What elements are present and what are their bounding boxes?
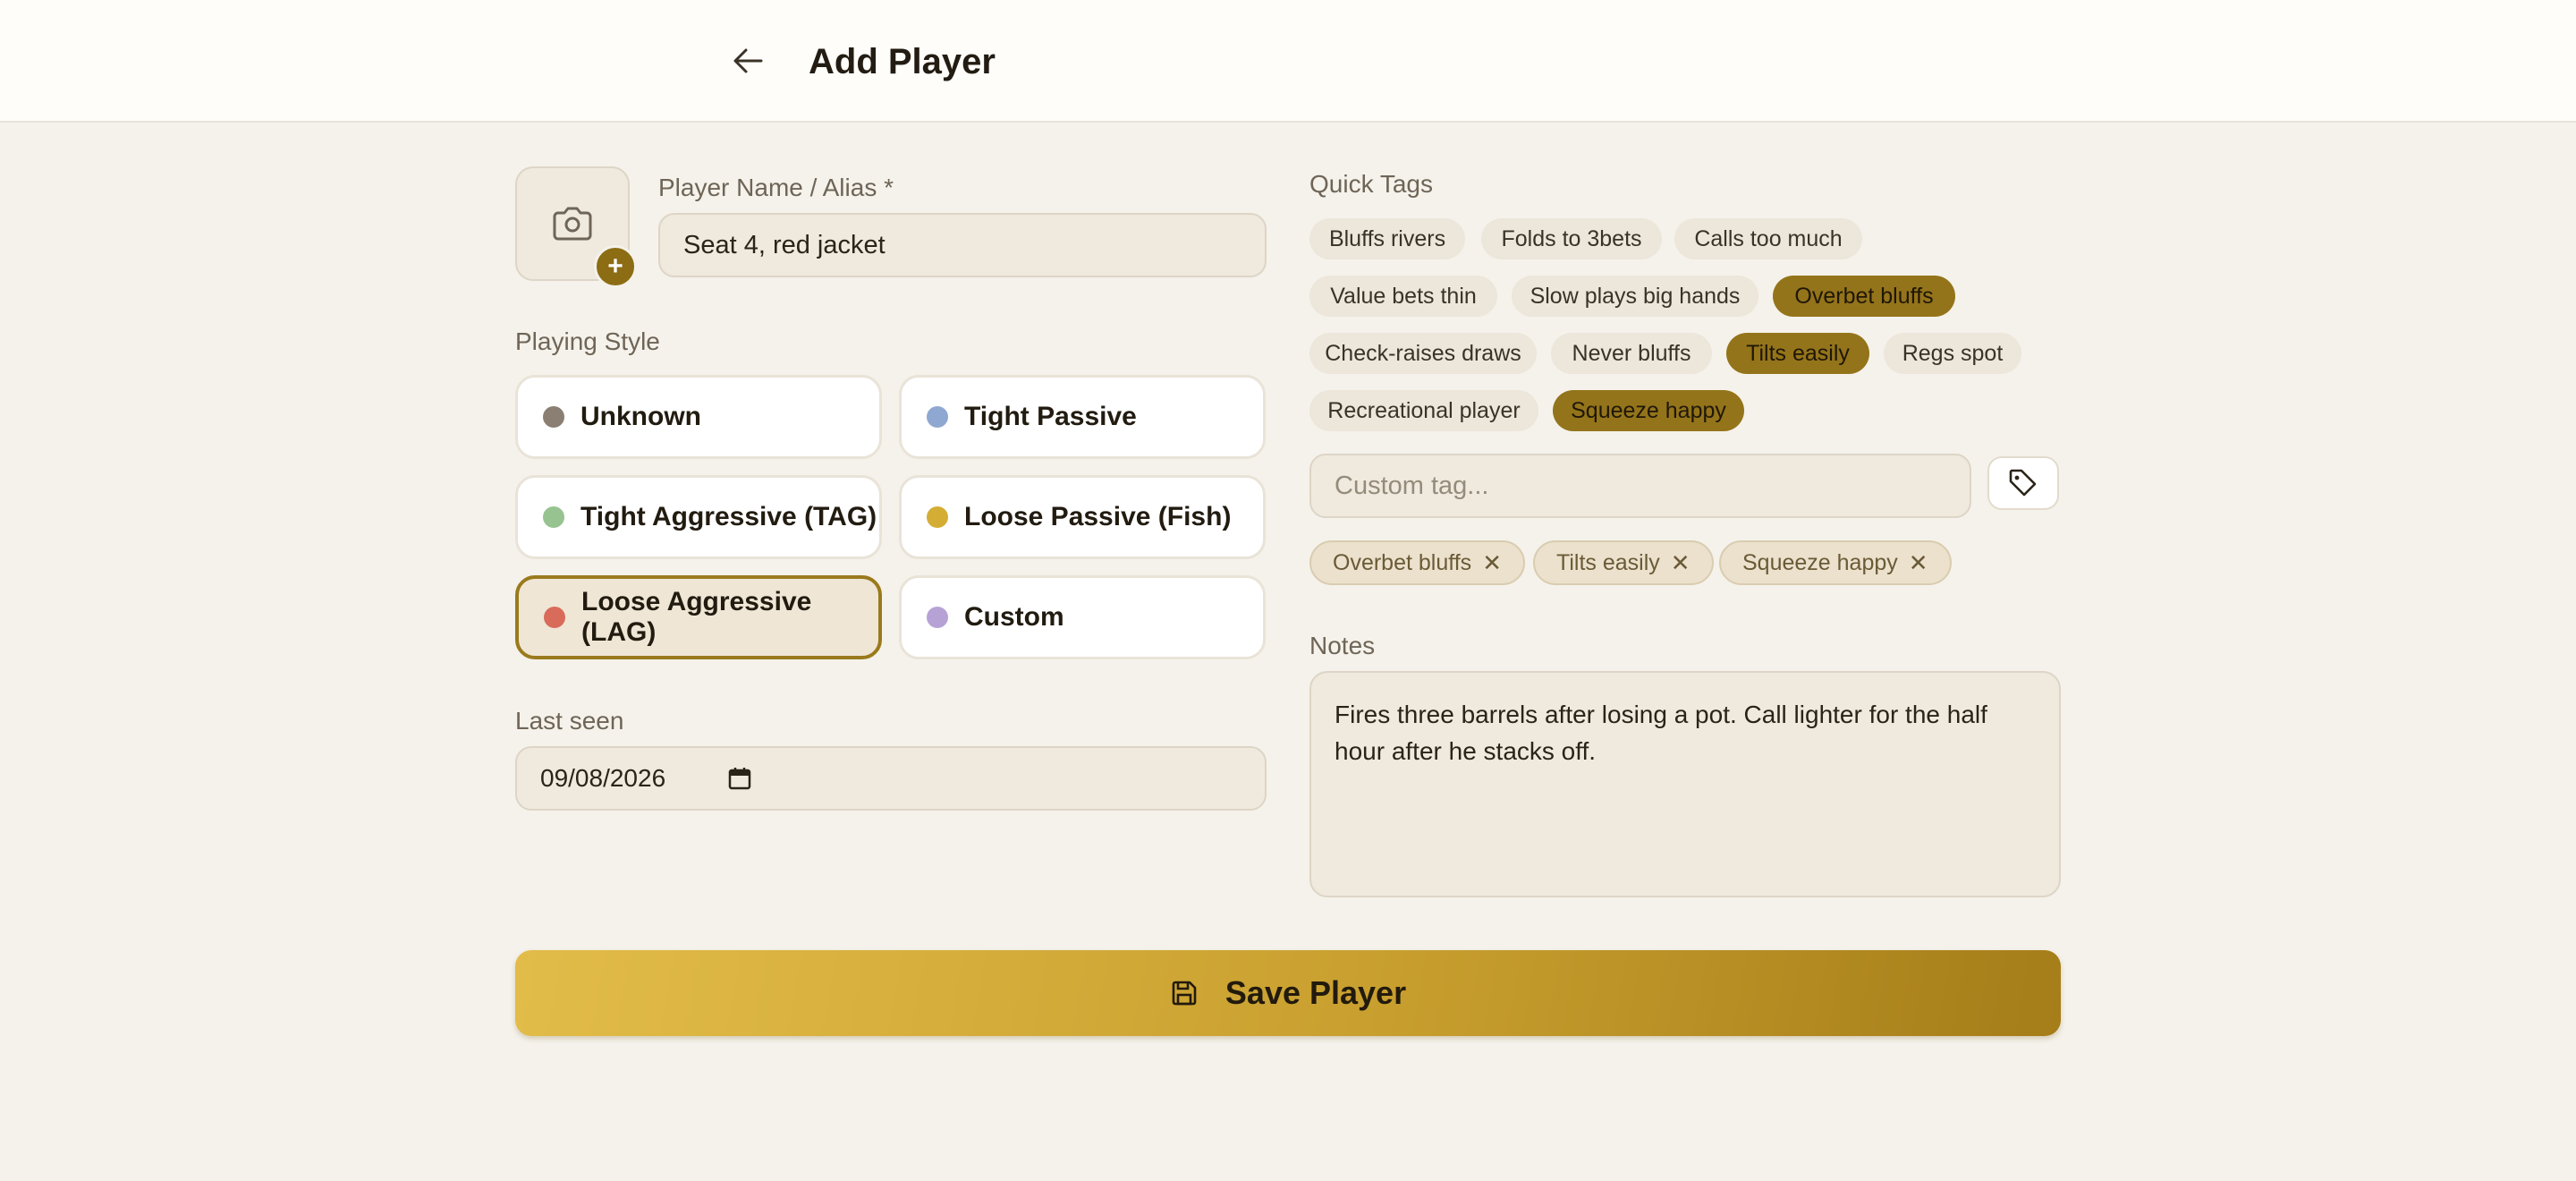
- quick-tag-squeeze-happy[interactable]: Squeeze happy: [1553, 390, 1744, 431]
- remove-tag-icon[interactable]: ✕: [1909, 549, 1928, 577]
- notes-textarea[interactable]: Fires three barrels after losing a pot. …: [1309, 671, 2061, 897]
- style-option-tag[interactable]: Tight Aggressive (TAG): [515, 475, 882, 559]
- style-color-dot: [543, 406, 564, 428]
- quick-tag-tilts-easily[interactable]: Tilts easily: [1726, 333, 1869, 374]
- tag-icon: [2009, 469, 2037, 497]
- style-option-label: Tight Aggressive (TAG): [580, 502, 877, 531]
- style-color-dot: [543, 506, 564, 528]
- quick-tag-regs-spot[interactable]: Regs spot: [1884, 333, 2021, 374]
- player-name-label: Player Name / Alias *: [658, 174, 894, 201]
- style-option-label: Tight Passive: [964, 402, 1137, 431]
- quick-tag-calls-too-much[interactable]: Calls too much: [1674, 218, 1862, 259]
- selected-tag-chip: Tilts easily ✕: [1533, 540, 1714, 585]
- arrow-left-icon: [733, 48, 763, 73]
- quick-tag-folds-to-3bets[interactable]: Folds to 3bets: [1481, 218, 1662, 259]
- quick-tags-label: Quick Tags: [1309, 170, 1433, 198]
- style-option-label: Loose Passive (Fish): [964, 502, 1232, 531]
- style-color-dot: [927, 607, 948, 628]
- save-player-label: Save Player: [1224, 974, 1407, 1011]
- quick-tag-slow-plays-big-hands[interactable]: Slow plays big hands: [1512, 276, 1758, 317]
- selected-tag-chip: Squeeze happy ✕: [1719, 540, 1952, 585]
- selected-tag-label: Tilts easily: [1556, 549, 1660, 575]
- quick-tag-value-bets-thin[interactable]: Value bets thin: [1309, 276, 1497, 317]
- selected-tag-label: Overbet bluffs: [1333, 549, 1472, 575]
- custom-tag-input[interactable]: Custom tag...: [1309, 454, 1971, 518]
- selected-tag-chip: Overbet bluffs ✕: [1309, 540, 1525, 585]
- style-option-label: Custom: [964, 602, 1064, 632]
- add-photo-button[interactable]: +: [594, 245, 637, 288]
- style-option-loose-passive[interactable]: Loose Passive (Fish): [899, 475, 1266, 559]
- save-player-button[interactable]: Save Player: [515, 950, 2061, 1036]
- save-icon: [1172, 981, 1197, 1006]
- add-custom-tag-button[interactable]: [1987, 456, 2059, 510]
- calendar-icon[interactable]: [728, 767, 751, 790]
- quick-tag-recreational-player[interactable]: Recreational player: [1309, 390, 1538, 431]
- playing-style-label: Playing Style: [515, 327, 660, 355]
- quick-tag-never-bluffs[interactable]: Never bluffs: [1551, 333, 1712, 374]
- last-seen-date-input[interactable]: 09/08/2026: [515, 746, 1267, 811]
- style-option-unknown[interactable]: Unknown: [515, 375, 882, 459]
- style-option-tight-passive[interactable]: Tight Passive: [899, 375, 1266, 459]
- selected-tag-label: Squeeze happy: [1742, 549, 1898, 575]
- notes-label: Notes: [1309, 632, 1376, 659]
- style-color-dot: [544, 607, 565, 628]
- last-seen-value: 09/08/2026: [540, 764, 666, 792]
- style-color-dot: [927, 506, 948, 528]
- style-option-label: Loose Aggressive (LAG): [581, 587, 812, 647]
- top-bar: Add Player: [0, 0, 2576, 123]
- quick-tag-overbet-bluffs[interactable]: Overbet bluffs: [1773, 276, 1955, 317]
- page-title: Add Player: [809, 42, 996, 81]
- camera-icon: [553, 207, 592, 241]
- style-option-lag[interactable]: Loose Aggressive (LAG): [515, 575, 882, 659]
- player-name-input[interactable]: Seat 4, red jacket: [658, 213, 1267, 277]
- style-option-label: Unknown: [580, 402, 701, 431]
- quick-tag-bluffs-rivers[interactable]: Bluffs rivers: [1309, 218, 1465, 259]
- remove-tag-icon[interactable]: ✕: [1671, 549, 1690, 577]
- remove-tag-icon[interactable]: ✕: [1482, 549, 1502, 577]
- style-color-dot: [927, 406, 948, 428]
- last-seen-label: Last seen: [515, 707, 624, 735]
- back-button[interactable]: [723, 39, 773, 82]
- style-option-custom[interactable]: Custom: [899, 575, 1266, 659]
- quick-tag-check-raises-draws[interactable]: Check-raises draws: [1309, 333, 1537, 374]
